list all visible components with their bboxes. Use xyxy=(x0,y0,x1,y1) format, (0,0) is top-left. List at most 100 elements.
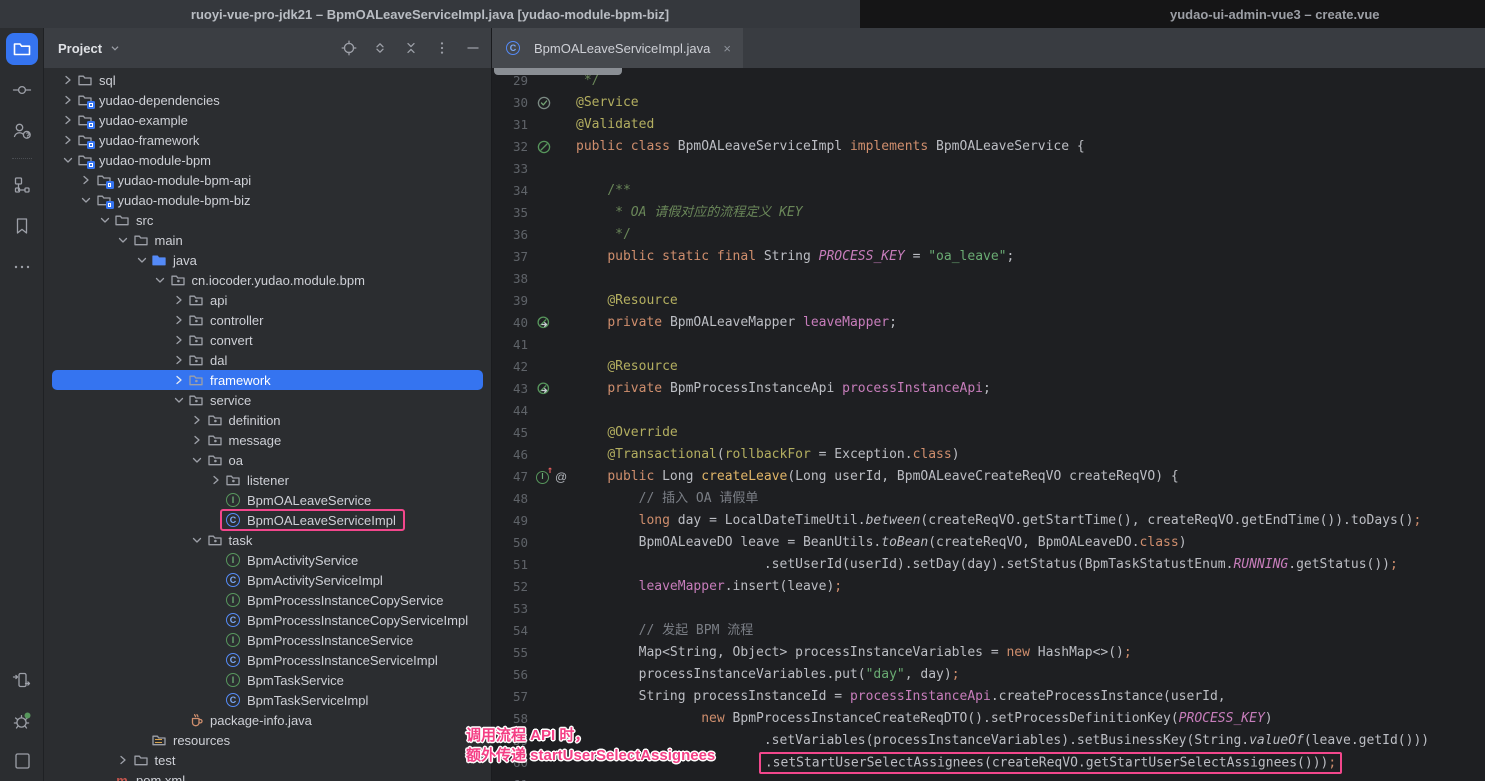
activity-bar-terminal-partial-icon[interactable] xyxy=(6,746,38,778)
hide-icon[interactable] xyxy=(465,40,481,56)
code-line-57[interactable]: 57 String processInstanceId = processIns… xyxy=(492,686,1485,708)
tree-item-package-info-java[interactable]: package-info.java xyxy=(52,710,483,730)
tree-item-bpmactivityservice[interactable]: IBpmActivityService xyxy=(52,550,483,570)
code-line-38[interactable]: 38 xyxy=(492,268,1485,290)
chevron-right-icon[interactable] xyxy=(59,72,76,88)
tree-item-cn-iocoder-yudao-module-bpm[interactable]: cn.iocoder.yudao.module.bpm xyxy=(52,270,483,290)
chevron-down-icon[interactable] xyxy=(115,232,132,248)
tree-item-dal[interactable]: dal xyxy=(52,350,483,370)
bean-gutter-icon[interactable] xyxy=(528,136,576,158)
tree-item-task[interactable]: task xyxy=(52,530,483,550)
code-line-47[interactable]: 47I↑@ public Long createLeave(Long userI… xyxy=(492,466,1485,488)
tree-item-src[interactable]: src xyxy=(52,210,483,230)
chevron-right-icon[interactable] xyxy=(189,412,206,428)
bean-check-gutter-icon[interactable] xyxy=(528,92,576,114)
tree-item-bpmoaleaveservice[interactable]: IBpmOALeaveService xyxy=(52,490,483,510)
code-line-42[interactable]: 42 @Resource xyxy=(492,356,1485,378)
code-line-58[interactable]: 58 new BpmProcessInstanceCreateReqDTO().… xyxy=(492,708,1485,730)
code-line-43[interactable]: 43 private BpmProcessInstanceApi process… xyxy=(492,378,1485,400)
code-line-29[interactable]: 29 */ xyxy=(492,70,1485,92)
code-line-41[interactable]: 41 xyxy=(492,334,1485,356)
code-line-45[interactable]: 45 @Override xyxy=(492,422,1485,444)
tree-item-yudao-module-bpm-biz[interactable]: yudao-module-bpm-biz xyxy=(52,190,483,210)
tree-item-oa[interactable]: oa xyxy=(52,450,483,470)
scrollbar-thumb[interactable] xyxy=(494,68,622,75)
chevron-right-icon[interactable] xyxy=(170,372,187,388)
expand-all-icon[interactable] xyxy=(372,40,388,56)
tree-item-bpmoaleaveserviceimpl[interactable]: CBpmOALeaveServiceImpl xyxy=(52,510,483,530)
code-line-59[interactable]: 59 .setVariables(processInstanceVariable… xyxy=(492,730,1485,752)
code-line-52[interactable]: 52 leaveMapper.insert(leave); xyxy=(492,576,1485,598)
tree-item-bpmprocessinstancecopyservice[interactable]: IBpmProcessInstanceCopyService xyxy=(52,590,483,610)
chevron-down-icon[interactable] xyxy=(170,392,187,408)
code-line-56[interactable]: 56 processInstanceVariables.put("day", d… xyxy=(492,664,1485,686)
activity-bar-debug-icon[interactable] xyxy=(6,705,38,737)
chevron-down-icon[interactable] xyxy=(133,252,150,268)
chevron-down-icon[interactable] xyxy=(189,452,206,468)
tree-item-yudao-dependencies[interactable]: yudao-dependencies xyxy=(52,90,483,110)
impl-annotated-gutter-icon[interactable]: I↑@ xyxy=(528,466,576,488)
chevron-right-icon[interactable] xyxy=(170,292,187,308)
locate-icon[interactable] xyxy=(341,40,357,56)
code-line-55[interactable]: 55 Map<String, Object> processInstanceVa… xyxy=(492,642,1485,664)
activity-bar-commit-icon[interactable] xyxy=(6,74,38,106)
collapse-all-icon[interactable] xyxy=(403,40,419,56)
code-line-61[interactable]: 61 xyxy=(492,774,1485,781)
bean-arrow-gutter-icon[interactable] xyxy=(528,312,576,334)
code-line-31[interactable]: 31@Validated xyxy=(492,114,1485,136)
chevron-down-icon[interactable] xyxy=(96,212,113,228)
tree-item-yudao-module-bpm[interactable]: yudao-module-bpm xyxy=(52,150,483,170)
tree-item-api[interactable]: api xyxy=(52,290,483,310)
code-line-40[interactable]: 40 private BpmOALeaveMapper leaveMapper; xyxy=(492,312,1485,334)
code-editor[interactable]: 29 */30@Service31@Validated32public clas… xyxy=(492,68,1485,781)
tree-item-convert[interactable]: convert xyxy=(52,330,483,350)
chevron-down-icon[interactable] xyxy=(152,272,169,288)
code-line-50[interactable]: 50 BpmOALeaveDO leave = BeanUtils.toBean… xyxy=(492,532,1485,554)
tree-item-yudao-example[interactable]: yudao-example xyxy=(52,110,483,130)
code-line-35[interactable]: 35 * OA 请假对应的流程定义 KEY xyxy=(492,202,1485,224)
tree-item-bpmprocessinstanceserviceimpl[interactable]: CBpmProcessInstanceServiceImpl xyxy=(52,650,483,670)
chevron-right-icon[interactable] xyxy=(78,172,95,188)
chevron-right-icon[interactable] xyxy=(59,132,76,148)
tree-item-java[interactable]: java xyxy=(52,250,483,270)
code-line-32[interactable]: 32public class BpmOALeaveServiceImpl imp… xyxy=(492,136,1485,158)
tree-item-main[interactable]: main xyxy=(52,230,483,250)
tree-item-framework[interactable]: framework xyxy=(52,370,483,390)
activity-bar-bookmarks-icon[interactable] xyxy=(6,210,38,242)
code-line-60[interactable]: 60 .setStartUserSelectAssignees(createRe… xyxy=(492,752,1485,774)
tree-item-bpmtaskservice[interactable]: IBpmTaskService xyxy=(52,670,483,690)
tree-item-listener[interactable]: listener xyxy=(52,470,483,490)
tab-close-icon[interactable]: × xyxy=(723,41,731,56)
bean-arrow-gutter-icon[interactable] xyxy=(528,378,576,400)
code-line-49[interactable]: 49 long day = LocalDateTimeUtil.between(… xyxy=(492,510,1485,532)
code-line-54[interactable]: 54 // 发起 BPM 流程 xyxy=(492,620,1485,642)
tree-item-yudao-module-bpm-api[interactable]: yudao-module-bpm-api xyxy=(52,170,483,190)
chevron-down-icon[interactable] xyxy=(59,152,76,168)
activity-bar-project-icon[interactable] xyxy=(6,33,38,65)
tree-item-service[interactable]: service xyxy=(52,390,483,410)
code-line-51[interactable]: 51 .setUserId(userId).setDay(day).setSta… xyxy=(492,554,1485,576)
chevron-down-icon[interactable] xyxy=(189,532,206,548)
chevron-right-icon[interactable] xyxy=(115,752,132,768)
code-line-39[interactable]: 39 @Resource xyxy=(492,290,1485,312)
activity-bar-services-icon[interactable] xyxy=(6,664,38,696)
tree-item-test[interactable]: test xyxy=(52,750,483,770)
code-line-36[interactable]: 36 */ xyxy=(492,224,1485,246)
tree-item-message[interactable]: message xyxy=(52,430,483,450)
tree-item-pom-xml[interactable]: mpom.xml xyxy=(52,770,483,781)
code-line-37[interactable]: 37 public static final String PROCESS_KE… xyxy=(492,246,1485,268)
chevron-right-icon[interactable] xyxy=(59,112,76,128)
chevron-down-icon[interactable] xyxy=(108,41,122,55)
activity-bar-structure-icon[interactable] xyxy=(6,169,38,201)
chevron-right-icon[interactable] xyxy=(59,92,76,108)
editor-tab[interactable]: C BpmOALeaveServiceImpl.java × xyxy=(492,28,743,68)
code-line-46[interactable]: 46 @Transactional(rollbackFor = Exceptio… xyxy=(492,444,1485,466)
chevron-right-icon[interactable] xyxy=(170,352,187,368)
tree-item-bpmactivityserviceimpl[interactable]: CBpmActivityServiceImpl xyxy=(52,570,483,590)
tree-item-bpmtaskserviceimpl[interactable]: CBpmTaskServiceImpl xyxy=(52,690,483,710)
tree-item-controller[interactable]: controller xyxy=(52,310,483,330)
chevron-right-icon[interactable] xyxy=(170,332,187,348)
tree-item-definition[interactable]: definition xyxy=(52,410,483,430)
chevron-right-icon[interactable] xyxy=(170,312,187,328)
tree-item-sql[interactable]: sql xyxy=(52,70,483,90)
